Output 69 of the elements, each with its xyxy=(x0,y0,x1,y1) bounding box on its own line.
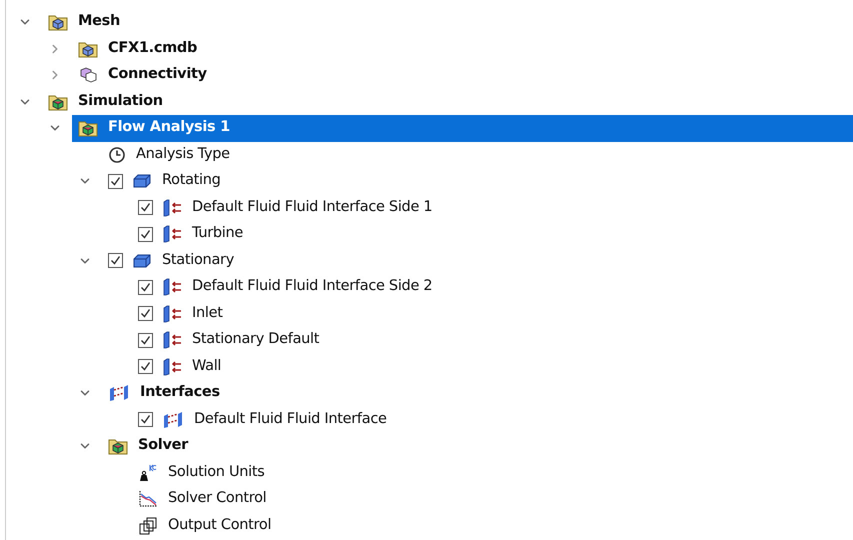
tree-item[interactable]: Wall xyxy=(156,354,853,380)
tree-item[interactable]: Turbine xyxy=(156,221,853,248)
tree-item[interactable]: Inlet xyxy=(156,300,853,327)
interface-icon xyxy=(162,410,184,429)
tree-item[interactable]: CFX1.cmdb xyxy=(72,36,853,62)
cubes-icon xyxy=(78,66,98,84)
folder-cube-icon xyxy=(78,119,98,138)
tree-item[interactable]: Analysis Type xyxy=(102,142,853,168)
item-label: Wall xyxy=(192,356,222,376)
tree-item[interactable]: Flow Analysis 1 xyxy=(72,115,853,142)
wall-arrows-icon xyxy=(162,278,182,296)
item-label: Analysis Type xyxy=(136,144,230,164)
wall-arrows-icon xyxy=(162,225,182,244)
tree-item[interactable]: Default Fluid Fluid Interface Side 2 xyxy=(156,274,853,300)
checkbox[interactable] xyxy=(108,253,123,268)
tree-item[interactable]: Default Fluid Fluid Interface xyxy=(156,406,853,433)
wall-arrows-icon xyxy=(162,198,182,217)
item-label: Simulation xyxy=(78,92,163,111)
item-label: Stationary xyxy=(162,250,234,270)
tree-item[interactable]: Stationary xyxy=(126,248,853,274)
item-label: Default Fluid Fluid Interface Side 1 xyxy=(192,198,432,217)
wall-arrows-icon xyxy=(162,331,182,350)
item-label: Output Control xyxy=(168,516,272,535)
item-label: Turbine xyxy=(192,224,244,244)
item-label: Flow Analysis 1 xyxy=(108,118,230,138)
checkbox[interactable] xyxy=(138,280,153,295)
folder-cube-icon xyxy=(78,40,98,58)
tree-item[interactable]: Default Fluid Fluid Interface Side 1 xyxy=(156,194,853,221)
convergence-chart-icon xyxy=(138,490,158,508)
item-label: Connectivity xyxy=(108,65,207,84)
tree-item[interactable]: Simulation xyxy=(42,88,853,115)
checkbox[interactable] xyxy=(138,359,153,374)
tree-item[interactable]: Solver xyxy=(102,433,853,460)
item-label: Solver xyxy=(138,436,188,456)
folder-cube-icon xyxy=(48,13,68,32)
item-label: Solution Units xyxy=(168,462,265,482)
folder-cube-icon xyxy=(108,437,128,456)
checkbox[interactable] xyxy=(108,174,123,189)
tree-item[interactable]: Interfaces xyxy=(102,380,853,406)
item-label: Inlet xyxy=(192,304,223,323)
item-label: CFX1.cmdb xyxy=(108,38,198,58)
item-label: Default Fluid Fluid Interface xyxy=(194,410,387,429)
tree-item[interactable]: Mesh xyxy=(42,9,853,36)
item-label: Solver Control xyxy=(168,489,266,508)
tree-item[interactable]: Connectivity xyxy=(72,62,853,88)
stacked-pages-icon xyxy=(138,516,158,535)
tree-item[interactable]: Stationary Default xyxy=(156,327,853,354)
box-icon xyxy=(132,173,152,190)
weight-units-icon xyxy=(138,464,158,482)
item-label: Stationary Default xyxy=(192,330,320,350)
tree-item[interactable]: Rotating xyxy=(126,168,853,194)
item-label: Mesh xyxy=(78,12,120,32)
wall-arrows-icon xyxy=(162,358,182,376)
tree-item[interactable]: Output Control xyxy=(132,512,853,539)
interface-icon xyxy=(108,384,130,402)
tree-item[interactable]: Solution Units xyxy=(132,460,853,486)
checkbox[interactable] xyxy=(138,200,153,216)
checkbox[interactable] xyxy=(138,412,153,428)
item-label: Interfaces xyxy=(140,383,220,402)
wall-arrows-icon xyxy=(162,304,182,323)
clock-icon xyxy=(108,146,126,164)
tree-item[interactable]: Solver Control xyxy=(132,486,853,512)
checkbox[interactable] xyxy=(138,306,153,322)
checkbox[interactable] xyxy=(138,332,153,348)
item-label: Default Fluid Fluid Interface Side 2 xyxy=(192,277,432,296)
folder-cube-icon xyxy=(48,92,68,111)
box-icon xyxy=(132,252,152,269)
item-label: Rotating xyxy=(162,171,221,190)
checkbox[interactable] xyxy=(138,226,153,242)
